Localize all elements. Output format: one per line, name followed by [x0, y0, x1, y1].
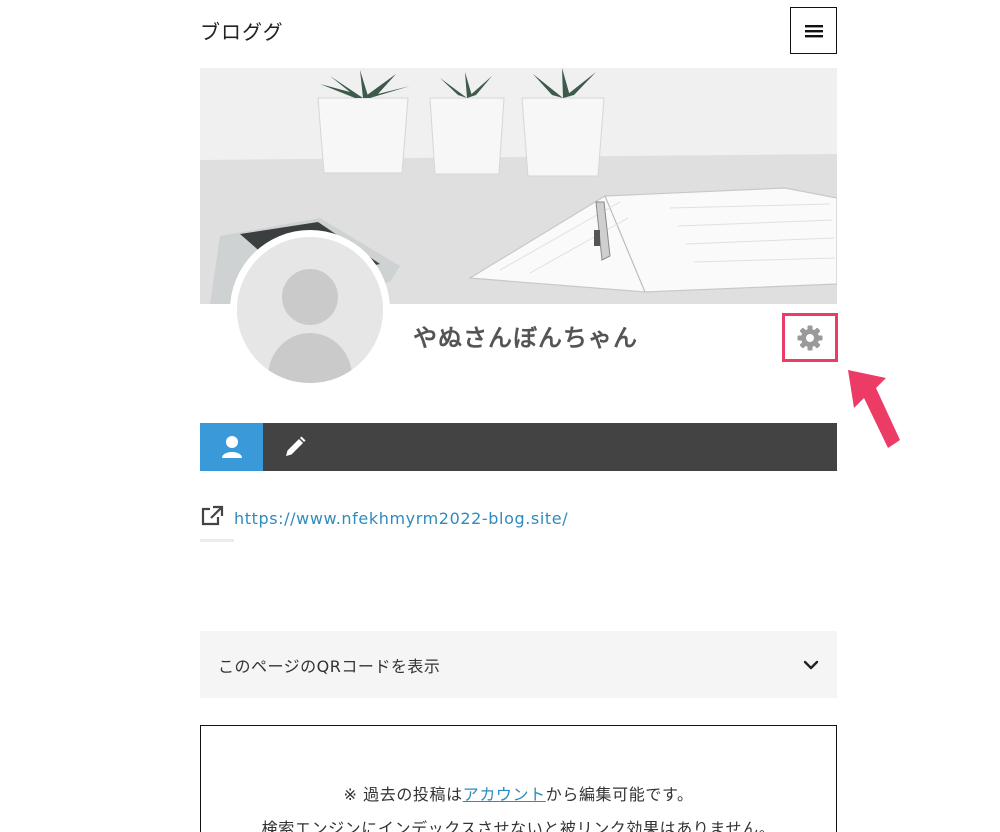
user-icon [221, 436, 242, 458]
pencil-icon [285, 436, 305, 456]
default-user-avatar [237, 237, 383, 383]
notice-line-1: ※ 過去の投稿はアカウントから編集可能です。 [201, 781, 836, 805]
qr-code-label: このページのQRコードを表示 [218, 656, 441, 676]
external-link-icon [201, 505, 224, 526]
notice-line-2: 検索エンジンにインデックスさせないと被リンク効果はありません。 [261, 819, 776, 832]
link-divider [200, 539, 234, 542]
chevron-down-icon [803, 660, 819, 669]
menu-button[interactable] [790, 7, 837, 54]
website-link[interactable]: https://www.nfekhmyrm2022-blog.site/ [234, 509, 568, 528]
settings-button[interactable] [786, 317, 834, 358]
notice-prefix: ※ 過去の投稿は [343, 785, 463, 804]
qr-code-toggle[interactable]: このページのQRコードを表示 [200, 631, 837, 698]
notice-suffix: から編集可能です。 [545, 785, 694, 804]
gear-icon [797, 325, 823, 350]
profile-username: やぬさんぼんちゃん [413, 324, 638, 352]
tab-edit[interactable] [263, 423, 326, 471]
account-link[interactable]: アカウント [463, 785, 546, 804]
tab-profile[interactable] [200, 423, 263, 471]
hamburger-menu-icon [804, 24, 823, 37]
notice-box: ※ 過去の投稿はアカウントから編集可能です。 検索エンジンにインデックスさせない… [200, 725, 837, 832]
site-title[interactable]: ブロググ [200, 16, 284, 45]
profile-tab-bar [200, 423, 837, 471]
pointer-arrow-icon [848, 370, 900, 448]
avatar [230, 230, 390, 390]
website-link-row: https://www.nfekhmyrm2022-blog.site/ [200, 505, 568, 528]
